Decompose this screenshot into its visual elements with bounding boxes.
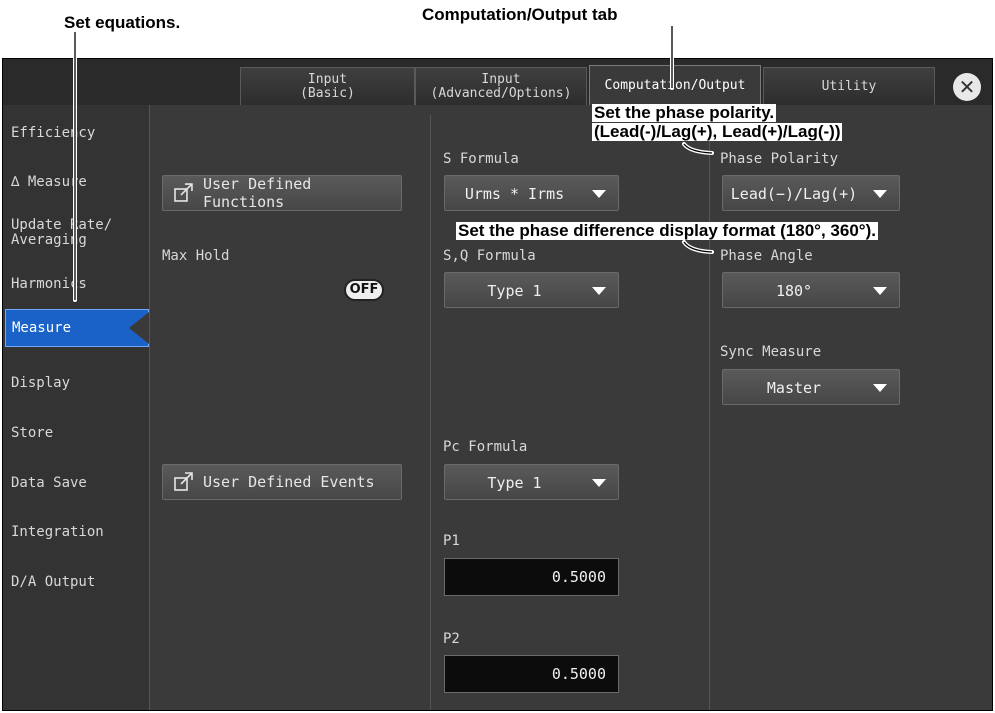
tab-input-advanced[interactable]: Input (Advanced/Options) bbox=[415, 67, 587, 105]
measure-settings-panel: User Defined Functions Max Hold OFF User… bbox=[150, 105, 992, 710]
max-hold-label: Max Hold bbox=[162, 248, 230, 264]
sidebar-item-store[interactable]: Store bbox=[11, 426, 149, 441]
tab-utility[interactable]: Utility bbox=[763, 67, 935, 105]
divider bbox=[430, 115, 431, 710]
p1-label: P1 bbox=[443, 533, 460, 549]
annotation-phase-polarity-2: (Lead(-)/Lag(+), Lead(+)/Lag(-)) bbox=[592, 122, 843, 141]
tab-label: Input (Basic) bbox=[300, 71, 355, 101]
sq-formula-label: S,Q Formula bbox=[443, 248, 536, 264]
p1-input[interactable]: 0.5000 bbox=[444, 558, 619, 596]
sidebar-item-integration[interactable]: Integration bbox=[11, 525, 149, 540]
tab-label: Input (Advanced/Options) bbox=[430, 71, 572, 101]
button-label: User Defined Events bbox=[203, 473, 375, 491]
phase-polarity-label: Phase Polarity bbox=[720, 151, 839, 167]
sidebar-item-label: Measure bbox=[12, 320, 72, 336]
annotation-set-equations: Set equations. bbox=[64, 13, 181, 32]
annotation-tab-caption: Computation/Output tab bbox=[422, 5, 618, 24]
dropdown-value: Type 1 bbox=[487, 474, 542, 492]
annotation-phase-angle: Set the phase difference display format … bbox=[456, 221, 878, 240]
tab-label: Computation/Output bbox=[604, 77, 746, 93]
sidebar-item-display[interactable]: Display bbox=[11, 376, 149, 391]
phase-angle-label: Phase Angle bbox=[720, 248, 813, 264]
button-label: User Defined Functions bbox=[202, 175, 312, 211]
tab-computation-output[interactable]: Computation/Output bbox=[589, 65, 761, 105]
user-defined-functions-button[interactable]: User Defined Functions bbox=[162, 175, 402, 211]
annotation-phase-polarity-1: Set the phase polarity. bbox=[592, 103, 777, 122]
chevron-down-icon bbox=[873, 384, 887, 392]
chevron-down-icon bbox=[592, 479, 606, 487]
external-link-icon bbox=[174, 183, 193, 202]
sidebar-item-data-save[interactable]: Data Save bbox=[11, 476, 149, 491]
sidebar-item-measure[interactable]: Measure bbox=[5, 309, 149, 347]
dropdown-value: Type 1 bbox=[487, 282, 542, 300]
close-icon[interactable]: ✕ bbox=[953, 73, 981, 101]
sq-formula-dropdown[interactable]: Type 1 bbox=[444, 272, 619, 308]
dropdown-value: 180° bbox=[775, 282, 813, 300]
p2-label: P2 bbox=[443, 631, 460, 647]
pc-formula-label: Pc Formula bbox=[443, 439, 528, 455]
sidebar-item-update-rate[interactable]: Update Rate/ Averaging bbox=[11, 218, 149, 248]
tab-label: Utility bbox=[821, 78, 877, 94]
sidebar-item-da-output[interactable]: D/A Output bbox=[11, 575, 149, 590]
phase-angle-dropdown[interactable]: 180° bbox=[722, 272, 900, 308]
sidebar-item-delta-measure[interactable]: ∆ Measure bbox=[11, 175, 149, 190]
sync-measure-label: Sync Measure bbox=[720, 344, 822, 360]
external-link-icon bbox=[174, 472, 193, 491]
dropdown-value: Lead(−)/Lag(+) bbox=[730, 185, 858, 203]
pc-formula-dropdown[interactable]: Type 1 bbox=[444, 464, 619, 500]
instrument-screen: Input (Basic) Input (Advanced/Options) C… bbox=[2, 58, 993, 711]
s-formula-label: S Formula bbox=[443, 151, 519, 167]
user-defined-events-button[interactable]: User Defined Events bbox=[162, 464, 402, 500]
sidebar: Efficiency ∆ Measure Update Rate/ Averag… bbox=[3, 105, 150, 710]
phase-polarity-dropdown[interactable]: Lead(−)/Lag(+) bbox=[722, 175, 900, 211]
chevron-down-icon bbox=[873, 190, 887, 198]
sidebar-item-efficiency[interactable]: Efficiency bbox=[11, 126, 149, 141]
s-formula-dropdown[interactable]: Urms * Irms bbox=[444, 175, 619, 211]
sync-measure-dropdown[interactable]: Master bbox=[722, 369, 900, 405]
tab-bar: Input (Basic) Input (Advanced/Options) C… bbox=[3, 59, 992, 105]
chevron-down-icon bbox=[592, 287, 606, 295]
divider bbox=[709, 115, 710, 710]
dropdown-value: Urms * Irms bbox=[464, 185, 565, 203]
chevron-down-icon bbox=[873, 287, 887, 295]
sidebar-item-harmonics[interactable]: Harmonics bbox=[11, 277, 149, 292]
dropdown-value: Master bbox=[766, 379, 822, 397]
active-indicator bbox=[129, 312, 149, 344]
tab-input-basic[interactable]: Input (Basic) bbox=[240, 67, 415, 105]
chevron-down-icon bbox=[592, 190, 606, 198]
max-hold-toggle[interactable]: OFF bbox=[344, 279, 384, 301]
p2-input[interactable]: 0.5000 bbox=[444, 655, 619, 693]
